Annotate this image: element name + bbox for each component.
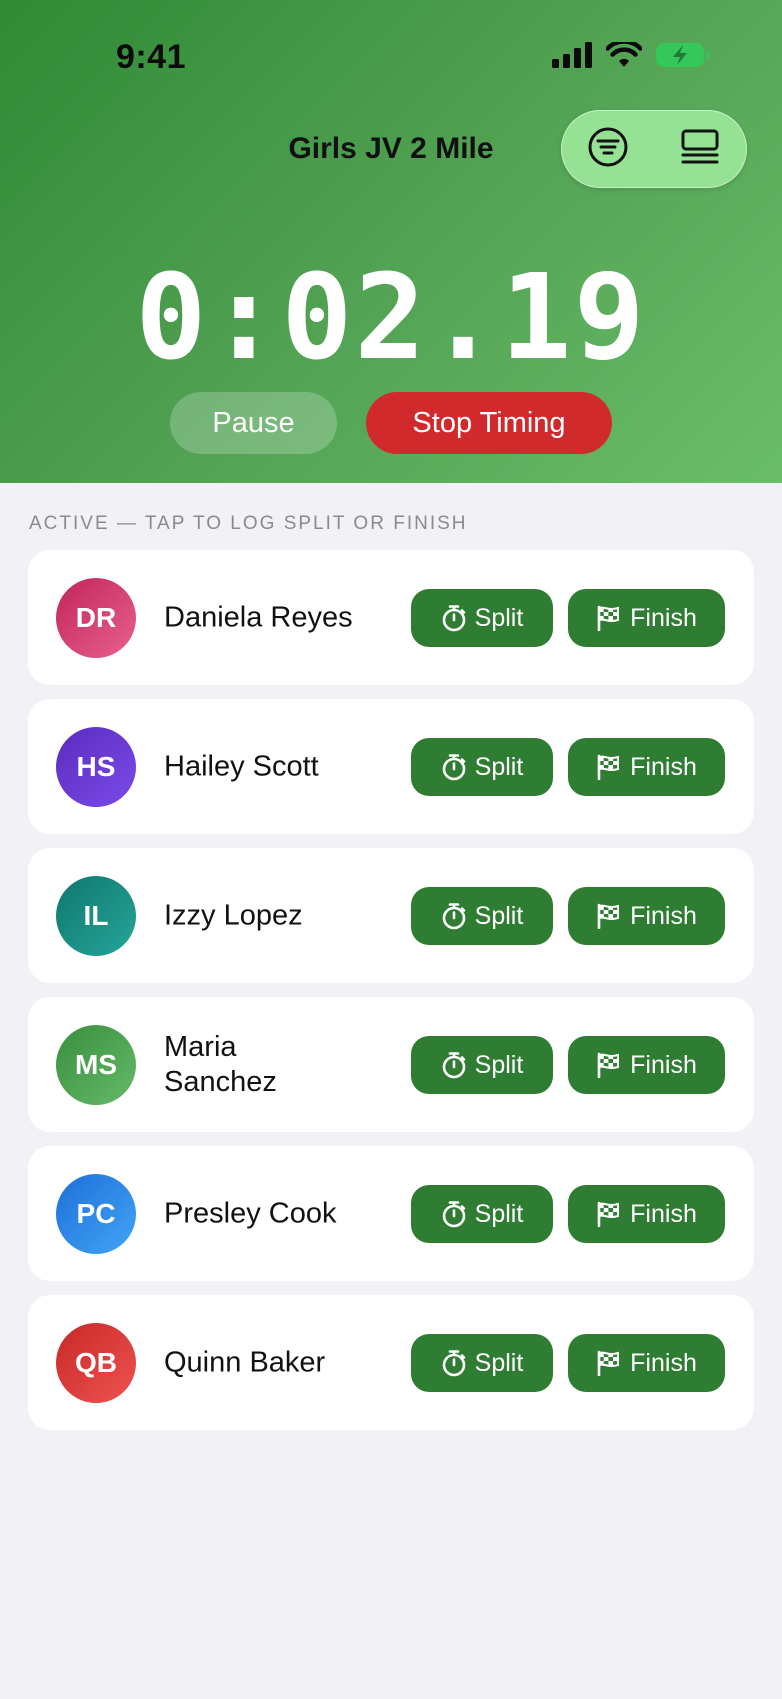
checkered-flag-icon xyxy=(596,1052,620,1078)
split-label: Split xyxy=(474,1050,524,1079)
status-icons xyxy=(552,42,710,68)
checkered-flag-icon xyxy=(596,1201,620,1227)
stopwatch-icon xyxy=(441,1051,467,1079)
finish-button[interactable]: Finish xyxy=(568,1334,725,1392)
avatar: MS xyxy=(56,1025,136,1105)
split-label: Split xyxy=(474,603,524,632)
split-button[interactable]: Split xyxy=(411,1185,553,1243)
runner-card: DR Daniela Reyes Split Finish xyxy=(28,550,754,685)
finish-button[interactable]: Finish xyxy=(568,1185,725,1243)
finish-button[interactable]: Finish xyxy=(568,589,725,647)
nav-action-group xyxy=(561,110,747,188)
finish-label: Finish xyxy=(630,901,697,930)
stopwatch-icon xyxy=(441,1200,467,1228)
runner-card: IL Izzy Lopez Split Finish xyxy=(28,848,754,983)
runner-name: Hailey Scott xyxy=(164,750,319,782)
stopwatch-icon xyxy=(441,604,467,632)
split-label: Split xyxy=(474,1348,524,1377)
split-button[interactable]: Split xyxy=(411,1036,553,1094)
checkered-flag-icon xyxy=(596,605,620,631)
split-button[interactable]: Split xyxy=(411,738,553,796)
section-header: ACTIVE — TAP TO LOG SPLIT OR FINISH xyxy=(29,513,468,534)
avatar: IL xyxy=(56,876,136,956)
checkered-flag-icon xyxy=(596,1350,620,1376)
stopwatch-icon xyxy=(441,753,467,781)
battery-charging-icon xyxy=(656,42,710,68)
split-label: Split xyxy=(474,752,524,781)
stop-timing-button[interactable]: Stop Timing xyxy=(366,392,612,454)
status-time: 9:41 xyxy=(116,38,187,76)
finish-label: Finish xyxy=(630,1050,697,1079)
runner-card: QB Quinn Baker Split Finish xyxy=(28,1295,754,1430)
wifi-icon xyxy=(606,42,642,68)
avatar: QB xyxy=(56,1323,136,1403)
finish-button[interactable]: Finish xyxy=(568,738,725,796)
split-button[interactable]: Split xyxy=(411,589,553,647)
split-button[interactable]: Split xyxy=(411,887,553,945)
runner-list: DR Daniela Reyes Split Finish HS Hailey … xyxy=(28,550,754,1444)
pause-button[interactable]: Pause xyxy=(170,392,337,454)
finish-button[interactable]: Finish xyxy=(568,1036,725,1094)
runner-name: Presley Cook xyxy=(164,1197,337,1229)
elapsed-timer: 0:02.19 xyxy=(135,248,647,386)
runner-card: PC Presley Cook Split Finish xyxy=(28,1146,754,1281)
runner-card: HS Hailey Scott Split Finish xyxy=(28,699,754,834)
filter-icon xyxy=(587,126,629,173)
timer-header: 9:41 Girls JV 2 Mile 0:02.19 Pause Stop … xyxy=(0,0,782,483)
checkered-flag-icon xyxy=(596,903,620,929)
runner-name: Izzy Lopez xyxy=(164,899,303,931)
stopwatch-icon xyxy=(441,902,467,930)
finish-label: Finish xyxy=(630,1348,697,1377)
avatar: PC xyxy=(56,1174,136,1254)
checkered-flag-icon xyxy=(596,754,620,780)
list-view-icon xyxy=(679,126,721,173)
stopwatch-icon xyxy=(441,1349,467,1377)
finish-label: Finish xyxy=(630,752,697,781)
timing-screen: 9:41 Girls JV 2 Mile 0:02.19 Pause Stop … xyxy=(0,0,782,1699)
runner-name: Quinn Baker xyxy=(164,1346,326,1378)
split-label: Split xyxy=(474,1199,524,1228)
avatar: DR xyxy=(56,578,136,658)
split-label: Split xyxy=(474,901,524,930)
list-view-button[interactable] xyxy=(676,125,724,173)
runner-card: MS Maria Sanchez Split Finish xyxy=(28,997,754,1132)
runner-name: Maria Sanchez xyxy=(164,1030,277,1098)
cellular-signal-icon xyxy=(552,42,592,68)
runner-name: Daniela Reyes xyxy=(164,601,353,633)
split-button[interactable]: Split xyxy=(411,1334,553,1392)
finish-label: Finish xyxy=(630,603,697,632)
avatar: HS xyxy=(56,727,136,807)
status-bar: 9:41 xyxy=(0,0,782,110)
filter-button[interactable] xyxy=(584,125,632,173)
finish-button[interactable]: Finish xyxy=(568,887,725,945)
finish-label: Finish xyxy=(630,1199,697,1228)
